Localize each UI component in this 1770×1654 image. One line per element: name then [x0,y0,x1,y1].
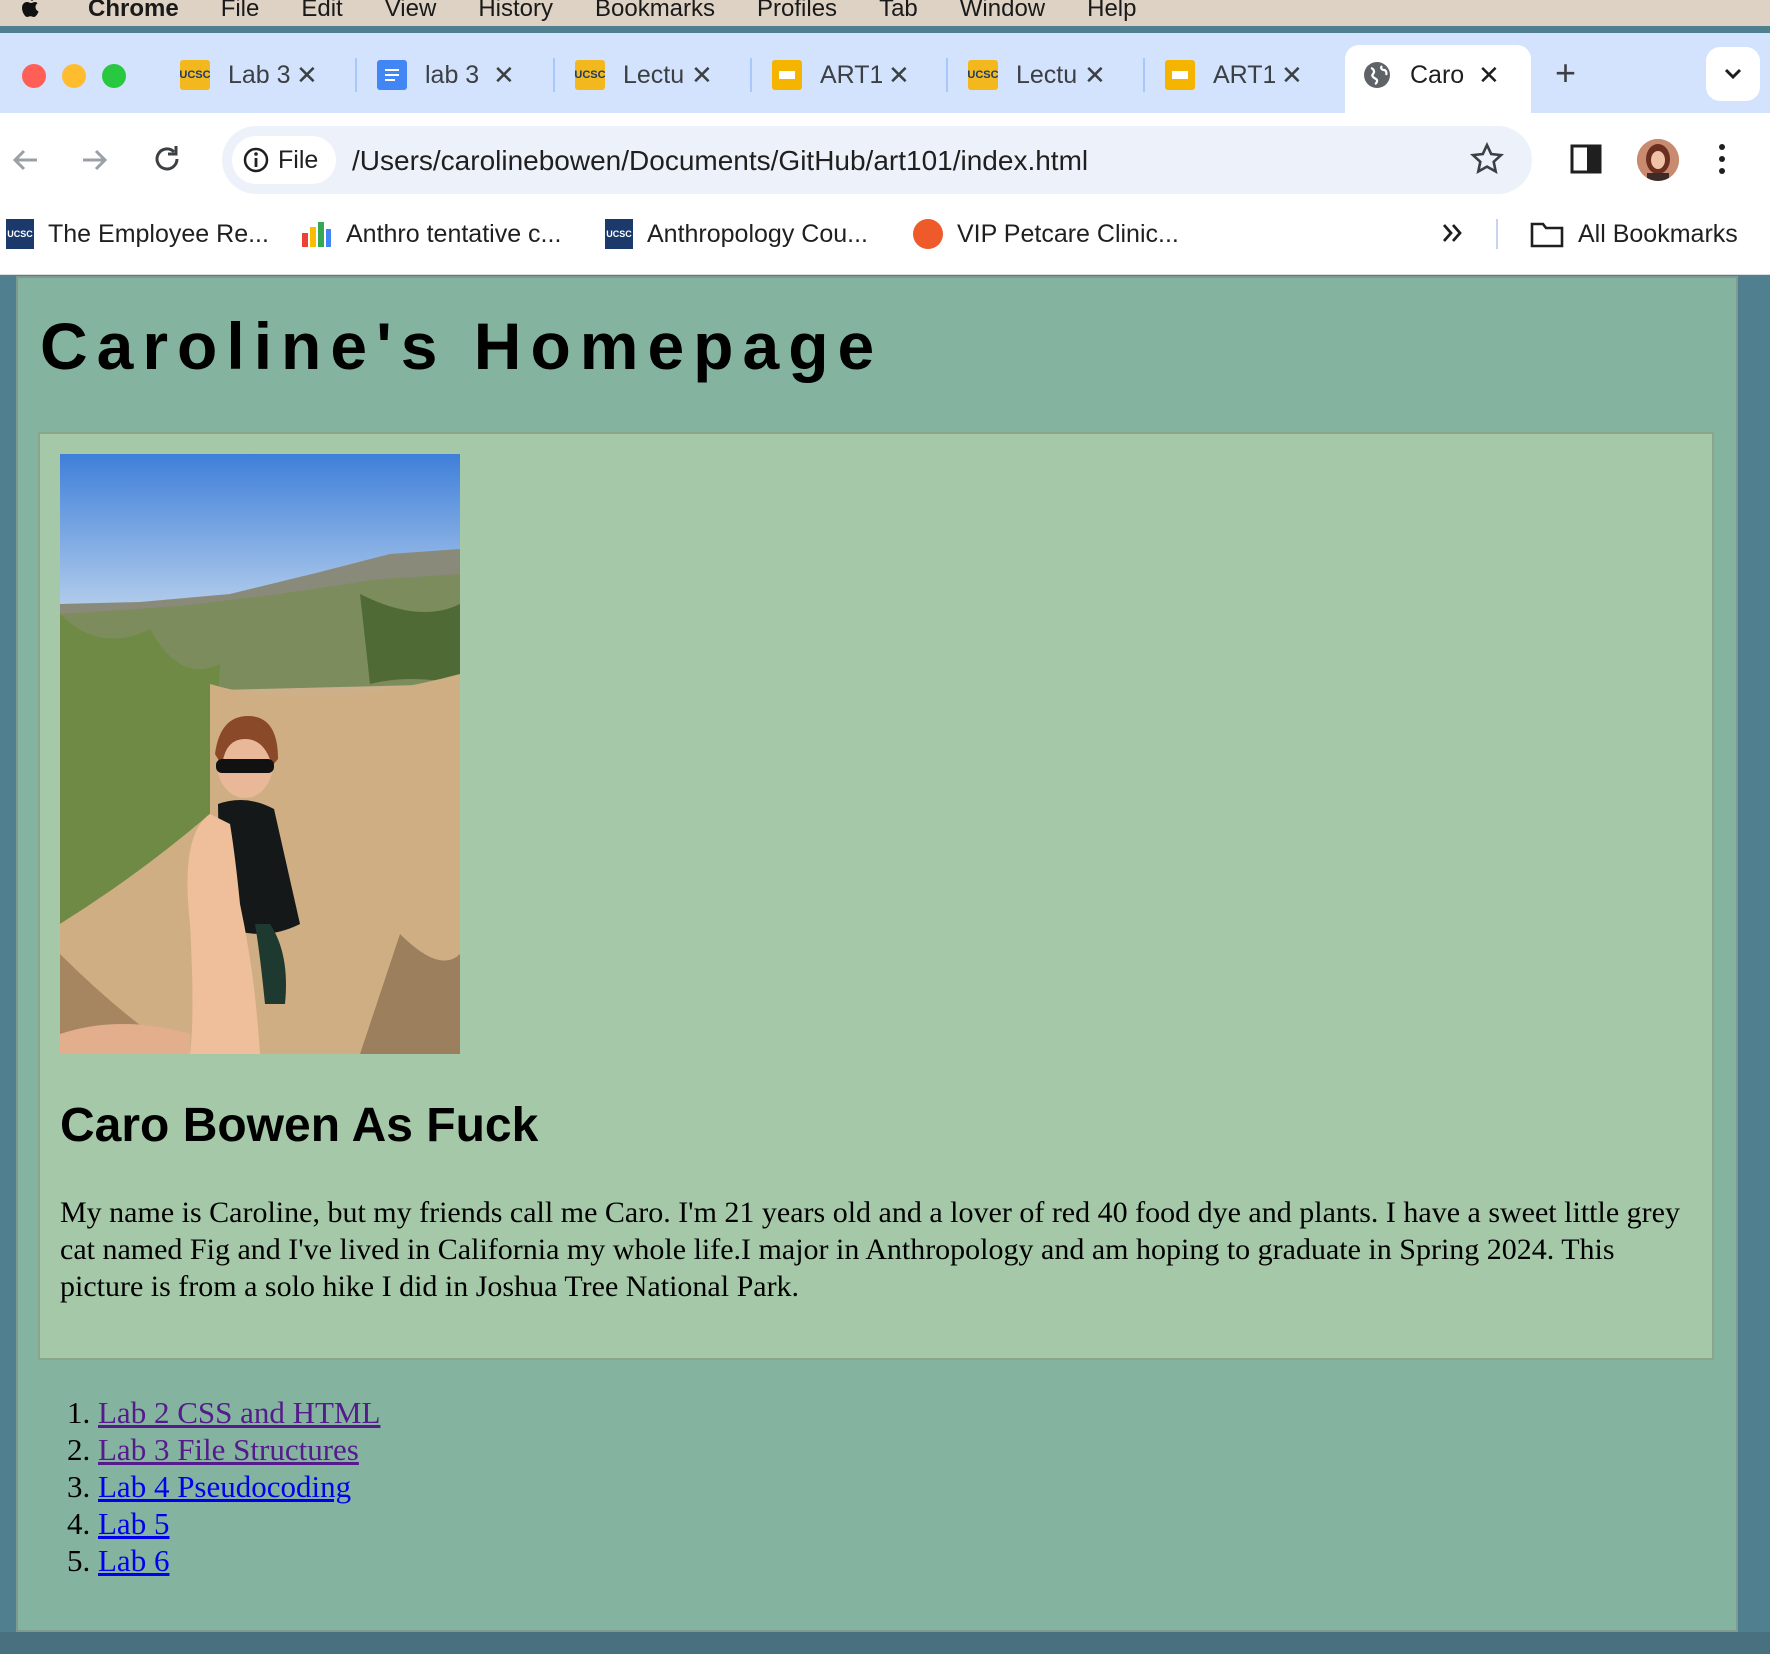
bookmark-label: Anthro tentative c... [346,219,562,248]
bookmark-label: Anthropology Cou... [647,219,868,248]
ucsc-icon: UCSC [967,60,999,90]
slides-icon [772,60,802,90]
list-item: Lab 5 [98,1505,380,1542]
lab-2-link[interactable]: Lab 2 CSS and HTML [98,1395,380,1430]
card-heading: Caro Bowen As Fuck [60,1099,539,1152]
lab-3-link[interactable]: Lab 3 File Structures [98,1432,359,1467]
globe-icon [1362,60,1392,90]
menu-edit[interactable]: Edit [301,0,342,21]
kebab-menu-icon[interactable] [1716,142,1728,181]
reload-icon[interactable] [150,142,184,181]
menu-window[interactable]: Window [960,0,1045,21]
tab-5[interactable]: UCSC Lectu ✕ [967,50,1106,100]
all-bookmarks-button[interactable]: All Bookmarks [1530,218,1738,250]
tab-separator [750,58,752,92]
zoom-window-button[interactable] [102,64,126,88]
bookmark-label: VIP Petcare Clinic... [957,219,1179,248]
bookmark-label: The Employee Re... [48,219,269,248]
tab-separator [1143,58,1145,92]
tab-separator [553,58,555,92]
close-icon[interactable]: ✕ [1281,60,1303,91]
lab-4-link[interactable]: Lab 4 Pseudocoding [98,1469,351,1504]
close-icon[interactable]: ✕ [691,60,713,91]
all-bookmarks-label: All Bookmarks [1578,219,1738,248]
tab-1[interactable]: UCSC Lab 3 ✕ [179,50,318,100]
menu-chrome[interactable]: Chrome [88,0,179,21]
bio-paragraph: My name is Caroline, but my friends call… [60,1196,1680,1303]
macos-menu-bar: Chrome File Edit View History Bookmarks … [0,0,1770,26]
menu-bookmarks[interactable]: Bookmarks [595,0,715,21]
ucsc-icon: UCSC [605,219,633,249]
star-icon[interactable] [1470,141,1504,181]
tab-label: Caro [1410,60,1465,89]
tab-label: Lectu [623,60,685,89]
colorful-icon [302,222,331,247]
side-panel-icon[interactable] [1570,144,1602,179]
list-item: Lab 3 File Structures [98,1431,380,1468]
tab-separator [946,58,948,92]
menu-tab[interactable]: Tab [879,0,918,21]
lab-6-link[interactable]: Lab 6 [98,1543,169,1578]
ucsc-icon: UCSC [574,60,606,90]
back-icon[interactable] [10,144,42,181]
tab-label: ART1 [820,60,882,89]
ucsc-icon: UCSC [6,219,34,249]
list-item: Lab 2 CSS and HTML [98,1394,380,1431]
info-icon [243,147,269,173]
menu-view[interactable]: View [385,0,437,21]
menu-help[interactable]: Help [1087,0,1136,21]
close-window-button[interactable] [22,64,46,88]
folder-icon [1530,222,1564,248]
apple-icon[interactable] [18,0,48,26]
tab-4[interactable]: ART1 ✕ [772,50,910,100]
tab-6[interactable]: ART1 ✕ [1165,50,1303,100]
minimize-window-button[interactable] [62,64,86,88]
tab-label: lab 3 [425,60,480,89]
tab-2[interactable]: lab 3 ✕ [377,50,515,100]
menu-history[interactable]: History [478,0,553,21]
bookmark-vip-petcare[interactable]: VIP Petcare Clinic... [913,218,1179,250]
list-item: Lab 4 Pseudocoding [98,1468,380,1505]
tab-label: Lab 3 [228,60,290,89]
lab-links-list: Lab 2 CSS and HTML Lab 3 File Structures… [98,1394,380,1579]
petcare-icon [913,219,943,249]
bookmark-anthro-tentative[interactable]: Anthro tentative c... [300,218,561,250]
profile-photo [60,454,460,1054]
bookmarks-separator [1496,219,1498,249]
docs-icon [377,60,407,90]
close-icon[interactable]: ✕ [296,60,318,91]
bookmark-employee[interactable]: UCSC The Employee Re... [6,218,269,250]
lab-5-link[interactable]: Lab 5 [98,1506,169,1541]
tab-search-button[interactable] [1706,47,1760,101]
web-page: Caroline's Homepage Caro Bowen As Fuck M… [16,276,1738,1632]
menu-file[interactable]: File [221,0,260,21]
site-info-chip[interactable]: File [232,136,336,184]
close-icon[interactable]: ✕ [1084,60,1106,91]
bookmark-anthropology-course[interactable]: UCSC Anthropology Cou... [605,218,868,250]
forward-icon[interactable] [78,144,110,181]
tab-separator [355,58,357,92]
double-chevron-right-icon[interactable] [1440,220,1464,251]
chevron-down-icon [1724,68,1742,80]
list-item: Lab 6 [98,1542,380,1579]
ucsc-icon: UCSC [179,60,211,90]
profile-card: Caro Bowen As Fuck My name is Caroline, … [38,432,1714,1360]
slides-icon [1165,60,1195,90]
tab-label: ART1 [1213,60,1275,89]
page-title: Caroline's Homepage [40,309,884,383]
tab-label: Lectu [1016,60,1078,89]
avatar[interactable] [1637,139,1679,181]
close-icon[interactable]: ✕ [1478,60,1500,91]
menu-profiles[interactable]: Profiles [757,0,837,21]
url-text[interactable]: /Users/carolinebowen/Documents/GitHub/ar… [352,145,1088,177]
close-icon[interactable]: ✕ [493,60,515,91]
page-bottom-edge [0,1632,1770,1654]
new-tab-icon[interactable]: + [1555,52,1576,94]
site-info-label: File [278,145,319,174]
tab-3[interactable]: UCSC Lectu ✕ [574,50,713,100]
close-icon[interactable]: ✕ [888,60,910,91]
tab-7-active[interactable]: Caro ✕ [1362,50,1500,100]
